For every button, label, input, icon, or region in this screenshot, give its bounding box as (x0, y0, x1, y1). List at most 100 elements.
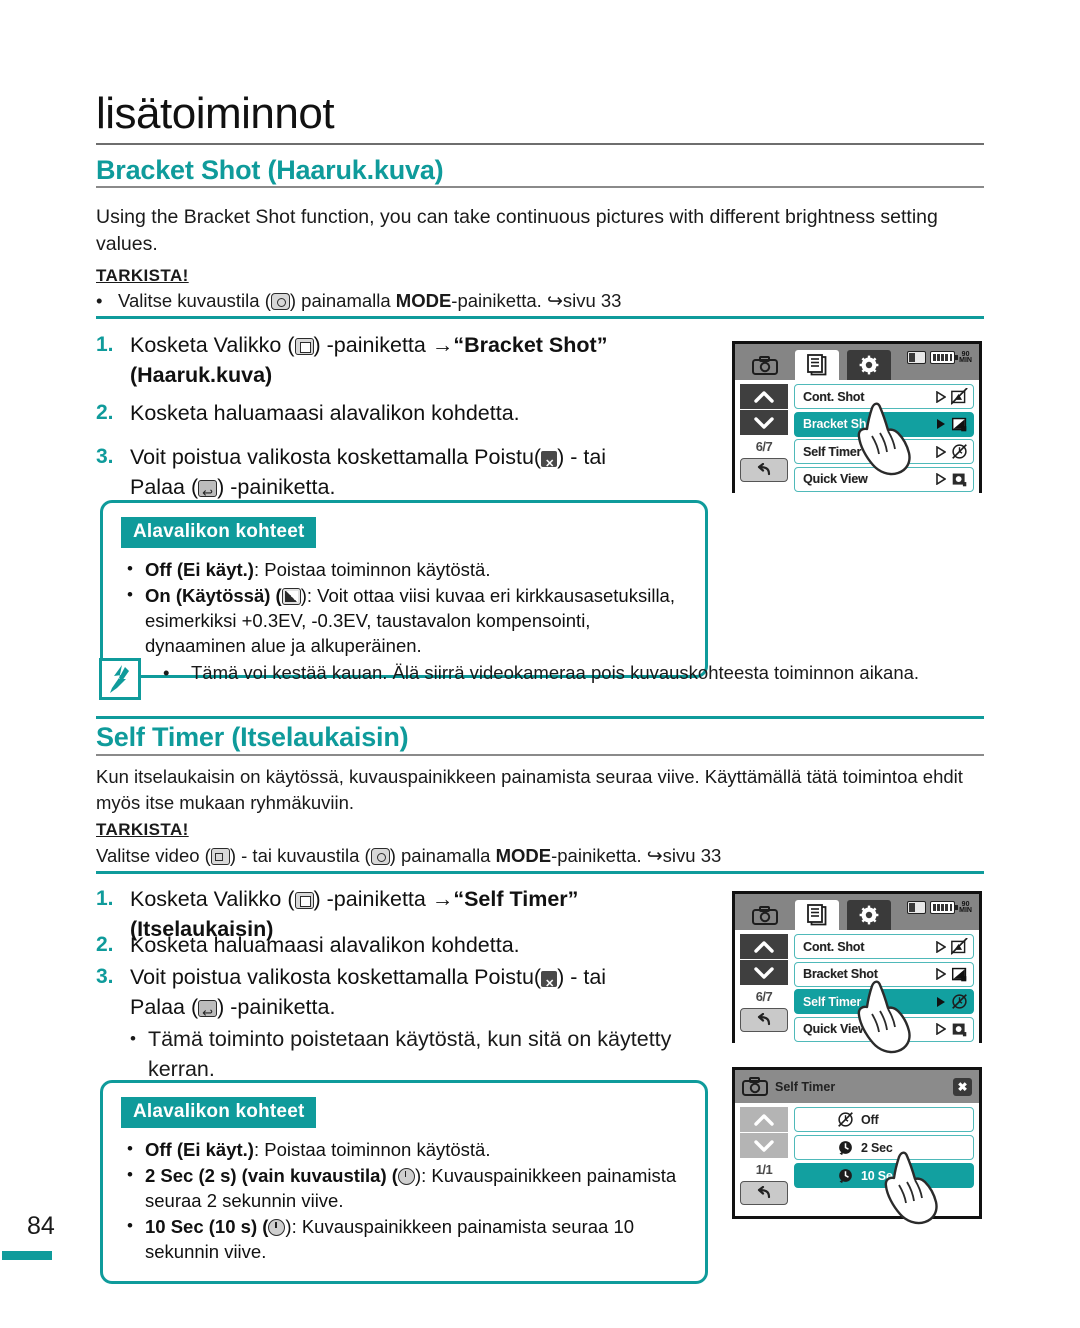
close-icon[interactable]: ✖ (953, 1077, 972, 1096)
lcd-row-cont-shot[interactable]: Cont. Shot (794, 934, 974, 959)
section-heading-self-timer: Self Timer (Itselaukaisin) (96, 722, 409, 752)
section2-submenu-box: Alavalikon kohteet Off (Ei käyt.): Poist… (100, 1080, 708, 1284)
menu-tab-icon[interactable] (795, 900, 839, 930)
lcd-page-indicator: 6/7 (755, 439, 773, 454)
lcd-row-bracket-shot[interactable]: Bracket Shot (794, 411, 974, 437)
section2-divider (96, 871, 984, 874)
lcd-row-self-timer[interactable]: Self Timer (794, 989, 974, 1014)
lcd-row-quick-view[interactable]: Quick View (794, 1016, 974, 1042)
page-ref-arrow-icon: ↪ (646, 846, 663, 867)
lcd-row-quick-view[interactable]: Quick View (794, 466, 974, 492)
settings-tab-icon[interactable] (847, 900, 891, 930)
section2-sub-note: • Tämä toiminto poistetaan käytöstä, kun… (130, 1024, 700, 1084)
lcd-status-indicators: 90 MIN (907, 901, 972, 914)
step3-text-c: Palaa ( (130, 475, 199, 499)
timer-2s-icon (839, 1141, 852, 1156)
step-text: Kosketa haluamaasi alavalikon kohdetta. (130, 933, 520, 957)
lcd-back-button[interactable] (740, 1008, 788, 1032)
step3-text-a: Voit poistua valikosta koskettamalla Poi… (130, 965, 542, 989)
sub-note-text: Tämä toiminto poistetaan käytöstä, kun s… (147, 1027, 672, 1081)
note-body: Tämä voi kestää kauan. Älä siirrä videok… (191, 662, 920, 683)
section1-step-1: 1. Kosketa Valikko () -painiketta →“Brac… (96, 330, 706, 390)
expand-triangle-icon (936, 445, 946, 458)
row-label: Cont. Shot (803, 389, 865, 404)
option-label: Off (861, 1112, 879, 1127)
submenu-item: Off (Ei käyt.): Poistaa toiminnon käytös… (121, 556, 687, 582)
item-rest: : Poistaa toiminnon käytöstä. (253, 559, 491, 580)
chapter-rule (96, 143, 984, 145)
lcd-back-button[interactable] (740, 458, 788, 482)
row-right (936, 416, 968, 433)
row-label: Self Timer (803, 994, 862, 1009)
lcd-back-button[interactable] (740, 1181, 788, 1205)
submenu-item: Off (Ei käyt.): Poistaa toiminnon käytös… (121, 1136, 687, 1162)
lcd-nav-column: 1/1 (740, 1107, 788, 1205)
lcd-page-indicator: 1/1 (755, 1162, 773, 1177)
row-right (936, 1021, 968, 1038)
step3-text-d: ) -painiketta. (217, 475, 336, 499)
cont-shot-off-icon (951, 388, 968, 405)
self-timer-off-icon (952, 444, 967, 459)
note-hand-icon (99, 658, 141, 700)
quick-view-icon (952, 1023, 967, 1036)
timer-icon (268, 1219, 286, 1236)
nav-up-button[interactable] (740, 1107, 788, 1132)
step3-text-d: ) -painiketta. (217, 995, 336, 1019)
step-text: Voit poistua valikosta koskettamalla Poi… (130, 962, 606, 1028)
self-timer-off-icon (952, 994, 967, 1009)
nav-up-button[interactable] (740, 384, 788, 409)
item-bold: 2 Sec (2 s) (vain kuvaustila) ( (145, 1165, 398, 1186)
timer-icon (397, 1168, 415, 1185)
bracket-shot-icon (951, 417, 967, 431)
lcd-row-cont-shot[interactable]: Cont. Shot (794, 384, 974, 409)
ev-icon (281, 588, 301, 605)
section1-bottom-divider (96, 716, 984, 719)
row-right (936, 993, 968, 1010)
step-text: Voit poistua valikosta koskettamalla Poi… (130, 442, 606, 508)
lcd-option-10sec[interactable]: ✓ 10 Sec (767, 1163, 974, 1188)
settings-tab-icon[interactable] (847, 350, 891, 380)
expand-triangle-icon (936, 390, 946, 403)
lcd-row-bracket-shot[interactable]: Bracket Shot (794, 961, 974, 987)
expand-triangle-icon (936, 940, 946, 953)
section1-intro: Using the Bracket Shot function, you can… (96, 206, 938, 255)
submenu-items-list: Off (Ei käyt.): Poistaa toiminnon käytös… (121, 1136, 687, 1264)
mode-bold: MODE (395, 290, 452, 311)
step1-text-b: ) -painiketta (313, 887, 432, 911)
tarkista2-text-b: ) - tai kuvaustila ( (229, 845, 371, 866)
expand-triangle-icon (936, 1023, 946, 1035)
section2-tarkista-label: TARKISTA! (96, 820, 189, 839)
nav-up-button[interactable] (740, 934, 788, 959)
section1-divider (96, 316, 984, 319)
nav-down-button[interactable] (740, 410, 788, 435)
nav-down-button[interactable] (740, 1133, 788, 1158)
camera-tab-icon[interactable] (743, 350, 787, 380)
row-right (936, 443, 968, 460)
camera-tab-icon[interactable] (743, 900, 787, 930)
row-label: Bracket Shot (803, 417, 878, 431)
tarkista2-text-d: -painiketta. (551, 845, 647, 866)
step1-bold: “Self Timer” (453, 887, 579, 911)
sd-card-icon (907, 351, 927, 364)
lcd-menu-rows: Cont. Shot Bracket Shot Self Timer Quick… (794, 934, 974, 1044)
lcd-row-self-timer[interactable]: Self Timer (794, 439, 974, 464)
tarkista-text-c: -painiketta. (451, 290, 547, 311)
item-bold: 10 Sec (10 s) ( (145, 1216, 269, 1237)
recording-time-remaining: 90 MIN (959, 901, 972, 914)
lcd-option-2sec[interactable]: 2 Sec (794, 1135, 974, 1160)
chapter-title: lisätoiminnot (96, 89, 335, 138)
section-heading-bracket-shot: Bracket Shot (Haaruk.kuva) (96, 155, 444, 185)
option-label: 2 Sec (861, 1140, 893, 1155)
row-label: Quick View (803, 1022, 868, 1036)
cont-shot-off-icon (951, 938, 968, 955)
return-button-icon (198, 998, 218, 1028)
bracket-shot-icon (951, 967, 967, 981)
lcd-status-indicators: 90 MIN (907, 351, 972, 364)
menu-tab-icon[interactable] (795, 350, 839, 380)
item-bold: Off (Ei käyt.) (145, 1139, 254, 1160)
lcd-option-off[interactable]: Off (794, 1107, 974, 1132)
note-bullet: • (163, 662, 170, 683)
lcd-header: 90 MIN (735, 344, 979, 380)
nav-down-button[interactable] (740, 960, 788, 985)
row-label: Cont. Shot (803, 939, 865, 954)
